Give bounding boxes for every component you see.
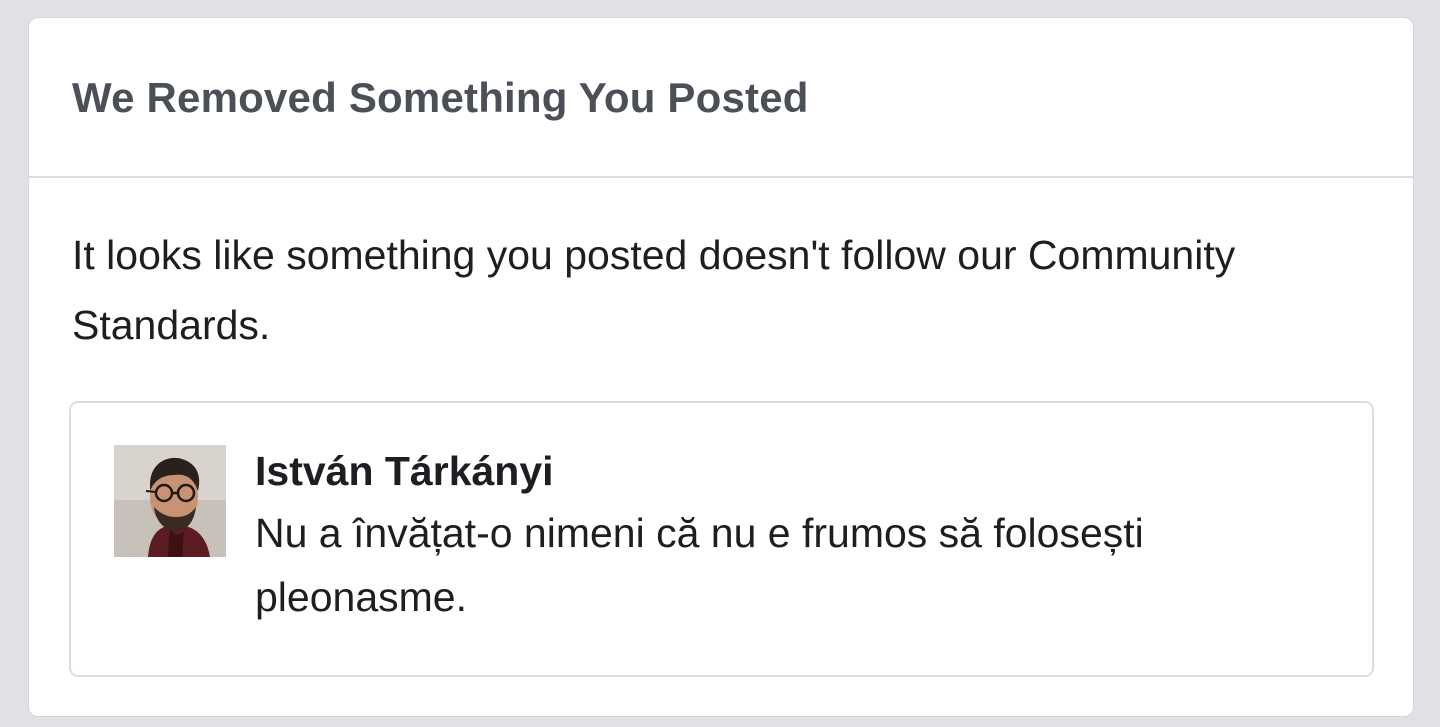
notice-message: It looks like something you posted doesn… (72, 232, 1236, 348)
notice-header: We Removed Something You Posted (29, 18, 1413, 178)
author-avatar[interactable] (114, 445, 226, 557)
avatar-photo-icon (114, 445, 226, 557)
post-text: Nu a învățat-o nimeni că nu e frumos să … (255, 510, 1144, 620)
removed-content-notice-card: We Removed Something You Posted It looks… (28, 17, 1414, 717)
notice-body: It looks like something you posted doesn… (29, 220, 1413, 360)
notice-title: We Removed Something You Posted (72, 74, 809, 121)
removed-post-preview[interactable]: István Tárkányi Nu a învățat-o nimeni că… (69, 401, 1374, 677)
post-content: István Tárkányi Nu a învățat-o nimeni că… (255, 443, 1335, 629)
post-author-name[interactable]: István Tárkányi (255, 443, 1335, 499)
